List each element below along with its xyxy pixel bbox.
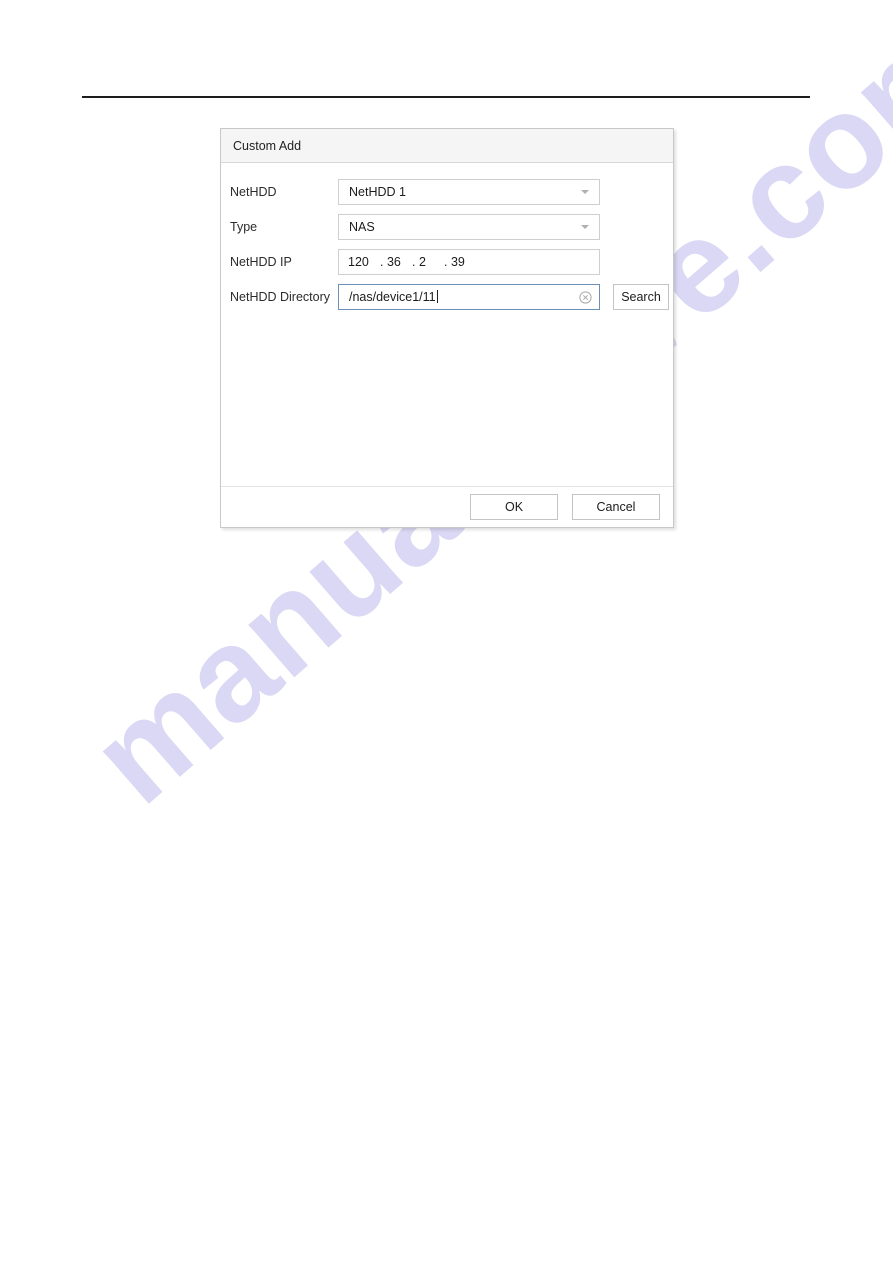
form-row-type: Type NAS xyxy=(221,214,673,240)
form-row-nethdd-ip: NetHDD IP 120 . 36 . 2 . 39 xyxy=(221,249,673,275)
dialog-title: Custom Add xyxy=(233,138,302,153)
cancel-button[interactable]: Cancel xyxy=(572,494,660,520)
nethdd-ip-input[interactable]: 120 . 36 . 2 . 39 xyxy=(338,249,600,275)
form-row-nethdd-directory: NetHDD Directory /nas/device1/11 Search xyxy=(221,284,673,310)
custom-add-dialog: Custom Add NetHDD NetHDD 1 Type NAS NetH… xyxy=(220,128,674,528)
ok-button[interactable]: OK xyxy=(470,494,558,520)
ip-octet-2-value: 36 xyxy=(386,255,401,269)
nethdd-directory-input[interactable]: /nas/device1/11 xyxy=(338,284,600,310)
label-nethdd: NetHDD xyxy=(230,185,277,199)
nethdd-select-value: NetHDD 1 xyxy=(349,185,406,199)
type-select-value: NAS xyxy=(349,220,375,234)
ip-octet-3[interactable]: . 2 xyxy=(406,255,438,269)
form-row-nethdd: NetHDD NetHDD 1 xyxy=(221,179,673,205)
ip-octet-4-value: 39 xyxy=(450,255,465,269)
type-select[interactable]: NAS xyxy=(338,214,600,240)
label-nethdd-ip: NetHDD IP xyxy=(230,255,292,269)
ip-octet-4[interactable]: . 39 xyxy=(438,255,470,269)
ip-octet-1[interactable]: 120 xyxy=(348,255,374,269)
page-header-rule xyxy=(82,96,810,98)
dialog-body: NetHDD NetHDD 1 Type NAS NetHDD IP 120 .… xyxy=(221,163,673,487)
label-nethdd-directory: NetHDD Directory xyxy=(230,290,331,304)
dialog-title-bar: Custom Add xyxy=(221,129,673,163)
label-type: Type xyxy=(230,220,258,234)
ip-octet-3-value: 2 xyxy=(418,255,426,269)
clear-circle-x-icon[interactable] xyxy=(579,290,592,304)
dialog-footer: OK Cancel xyxy=(221,486,673,527)
nethdd-select[interactable]: NetHDD 1 xyxy=(338,179,600,205)
search-button[interactable]: Search xyxy=(613,284,669,310)
nethdd-directory-value: /nas/device1/11 xyxy=(349,290,579,304)
ip-octet-2[interactable]: . 36 xyxy=(374,255,406,269)
text-caret xyxy=(436,290,438,303)
chevron-down-icon xyxy=(581,225,589,229)
chevron-down-icon xyxy=(581,190,589,194)
nethdd-directory-text: /nas/device1/11 xyxy=(349,290,436,304)
